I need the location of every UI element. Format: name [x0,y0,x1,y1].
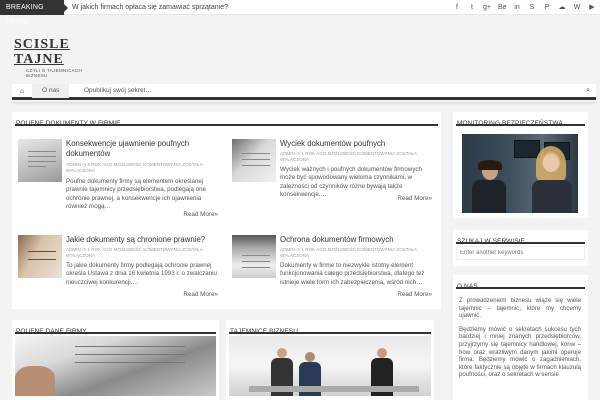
about-paragraph: Będziemy mówić o sekretach sukcesu tych … [459,325,581,379]
bottom-section-poufne-dane: POUFNE DANE FIRMY [12,320,219,400]
twitter-icon[interactable]: t [468,0,476,15]
search-icon[interactable]: ⌕ [586,84,590,98]
youtube-icon[interactable]: ▶ [588,0,596,15]
post-meta: ADMIN ◷ 1 ROK AGO MOŻLIWOŚĆ KOMENTOWANIA… [280,247,417,258]
section-image[interactable] [15,336,216,396]
post-thumbnail[interactable] [232,139,276,182]
top-bar: BREAKING NEWS W jakich firmach opłaca si… [0,0,600,26]
section-title: SZUKAJ W SERWISIE [457,238,526,245]
post-meta: ADMIN ◷ 1 ROK AGO MOŻLIWOŚĆ KOMENTOWANIA… [66,247,203,258]
section-header: O NAS [456,275,585,290]
post-excerpt: To jakie dokumenty firmy podlegają ochro… [66,262,217,286]
read-more-link[interactable]: Read More» [183,211,218,218]
read-more-link[interactable]: Read More» [183,291,218,298]
post-excerpt: Poufne dokumenty firmy są elementem okre… [66,178,206,210]
home-icon[interactable]: ⌂ [12,84,32,98]
main-nav: ⌂ O nas Opublikuj swój sekret… ⌕ [12,84,596,100]
post-thumbnail[interactable] [18,235,62,278]
skype-icon[interactable]: S [528,0,536,15]
logo-title: SCISLE TAJNE [14,37,70,67]
facebook-icon[interactable]: f [453,0,461,15]
section-title: POUFNE DANE FIRMY [16,328,87,335]
section-header: POUFNE DOKUMENTY W FIRMIE [15,112,438,127]
section-header: TAJEMNICE BIZNESU [229,320,431,335]
post-thumbnail[interactable] [232,235,276,278]
section-title: TAJEMNICE BIZNESU [230,328,299,335]
section-title: POUFNE DOKUMENTY W FIRMIE [16,120,121,127]
post-card: Ochrona dokumentów firmowych ADMIN ◷ 1 R… [232,235,438,325]
section-header: MONITORING BEZPIECZEŃSTWA [456,112,585,127]
behance-icon[interactable]: Be [498,0,507,15]
post-card: Wyciek dokumentów poufnych ADMIN ◷ 1 ROK… [232,139,438,229]
post-title[interactable]: Ochrona dokumentów firmowych [280,235,436,245]
post-meta: ADMIN ◷ 1 ROK AGO MOŻLIWOŚĆ KOMENTOWANIA… [280,151,417,162]
site-logo[interactable]: SCISLE TAJNE CZYLI O TAJEMNICACH BIZNESU [14,37,98,78]
about-paragraph: Z prowadzeniem biznesu wiąże się wiele t… [459,297,581,320]
post-excerpt: Dokumenty w firmie to niezwykle istotny … [280,262,425,286]
pinterest-icon[interactable]: P [543,0,551,15]
main-section: POUFNE DOKUMENTY W FIRMIE Konsekwencje u… [12,112,441,309]
bottom-section-tajemnice: TAJEMNICE BIZNESU [226,320,434,400]
section-title: MONITORING BEZPIECZEŃSTWA [457,120,563,127]
breaking-news-label: BREAKING NEWS [0,0,64,26]
post-title[interactable]: Jakie dokumenty są chronione prawnie? [66,235,222,245]
read-more-link[interactable]: Read More» [397,195,432,202]
sidebar-search: SZUKAJ W SERWISIE [453,230,588,266]
linkedin-icon[interactable]: in [513,0,521,15]
read-more-link[interactable]: Read More» [397,291,432,298]
section-header: SZUKAJ W SERWISIE [456,230,585,245]
sidebar-about: O NAS Z prowadzeniem biznesu wiąże się w… [453,275,588,400]
post-title[interactable]: Konsekwencje ujawnienie poufnych dokumen… [66,139,222,159]
section-header: POUFNE DANE FIRMY [15,320,216,335]
sidebar-monitoring: MONITORING BEZPIECZEŃSTWA [453,112,588,218]
nav-item-o-nas[interactable]: O nas [32,84,70,98]
nav-shadow [12,102,596,105]
post-thumbnail[interactable] [18,139,62,182]
about-text: Z prowadzeniem biznesu wiąże się wiele t… [459,297,581,385]
post-title[interactable]: Wyciek dokumentów poufnych [280,139,436,149]
post-card: Konsekwencje ujawnienie poufnych dokumen… [18,139,224,229]
breaking-news-link[interactable]: W jakich firmach opłaca się zamawiać spr… [72,0,228,15]
post-meta: ADMIN ◷ 1 ROK AGO MOŻLIWOŚĆ KOMENTOWANIA… [66,162,203,173]
whatsapp-icon[interactable]: W [573,0,581,15]
breaking-news-arrow [64,4,68,12]
logo-subtitle: CZYLI O TAJEMNICACH BIZNESU [26,68,83,78]
google-plus-icon[interactable]: g+ [483,0,491,15]
section-image[interactable] [229,336,431,396]
social-icons: f t g+ Be in S P ☁ W ▶ [453,0,596,15]
section-title: O NAS [457,283,478,290]
search-input[interactable] [456,246,585,260]
post-card: Jakie dokumenty są chronione prawnie? AD… [18,235,224,325]
nav-item-opublikuj[interactable]: Opublikuj swój sekret… [74,84,162,98]
monitoring-image[interactable] [462,134,578,213]
soundcloud-icon[interactable]: ☁ [558,0,566,15]
